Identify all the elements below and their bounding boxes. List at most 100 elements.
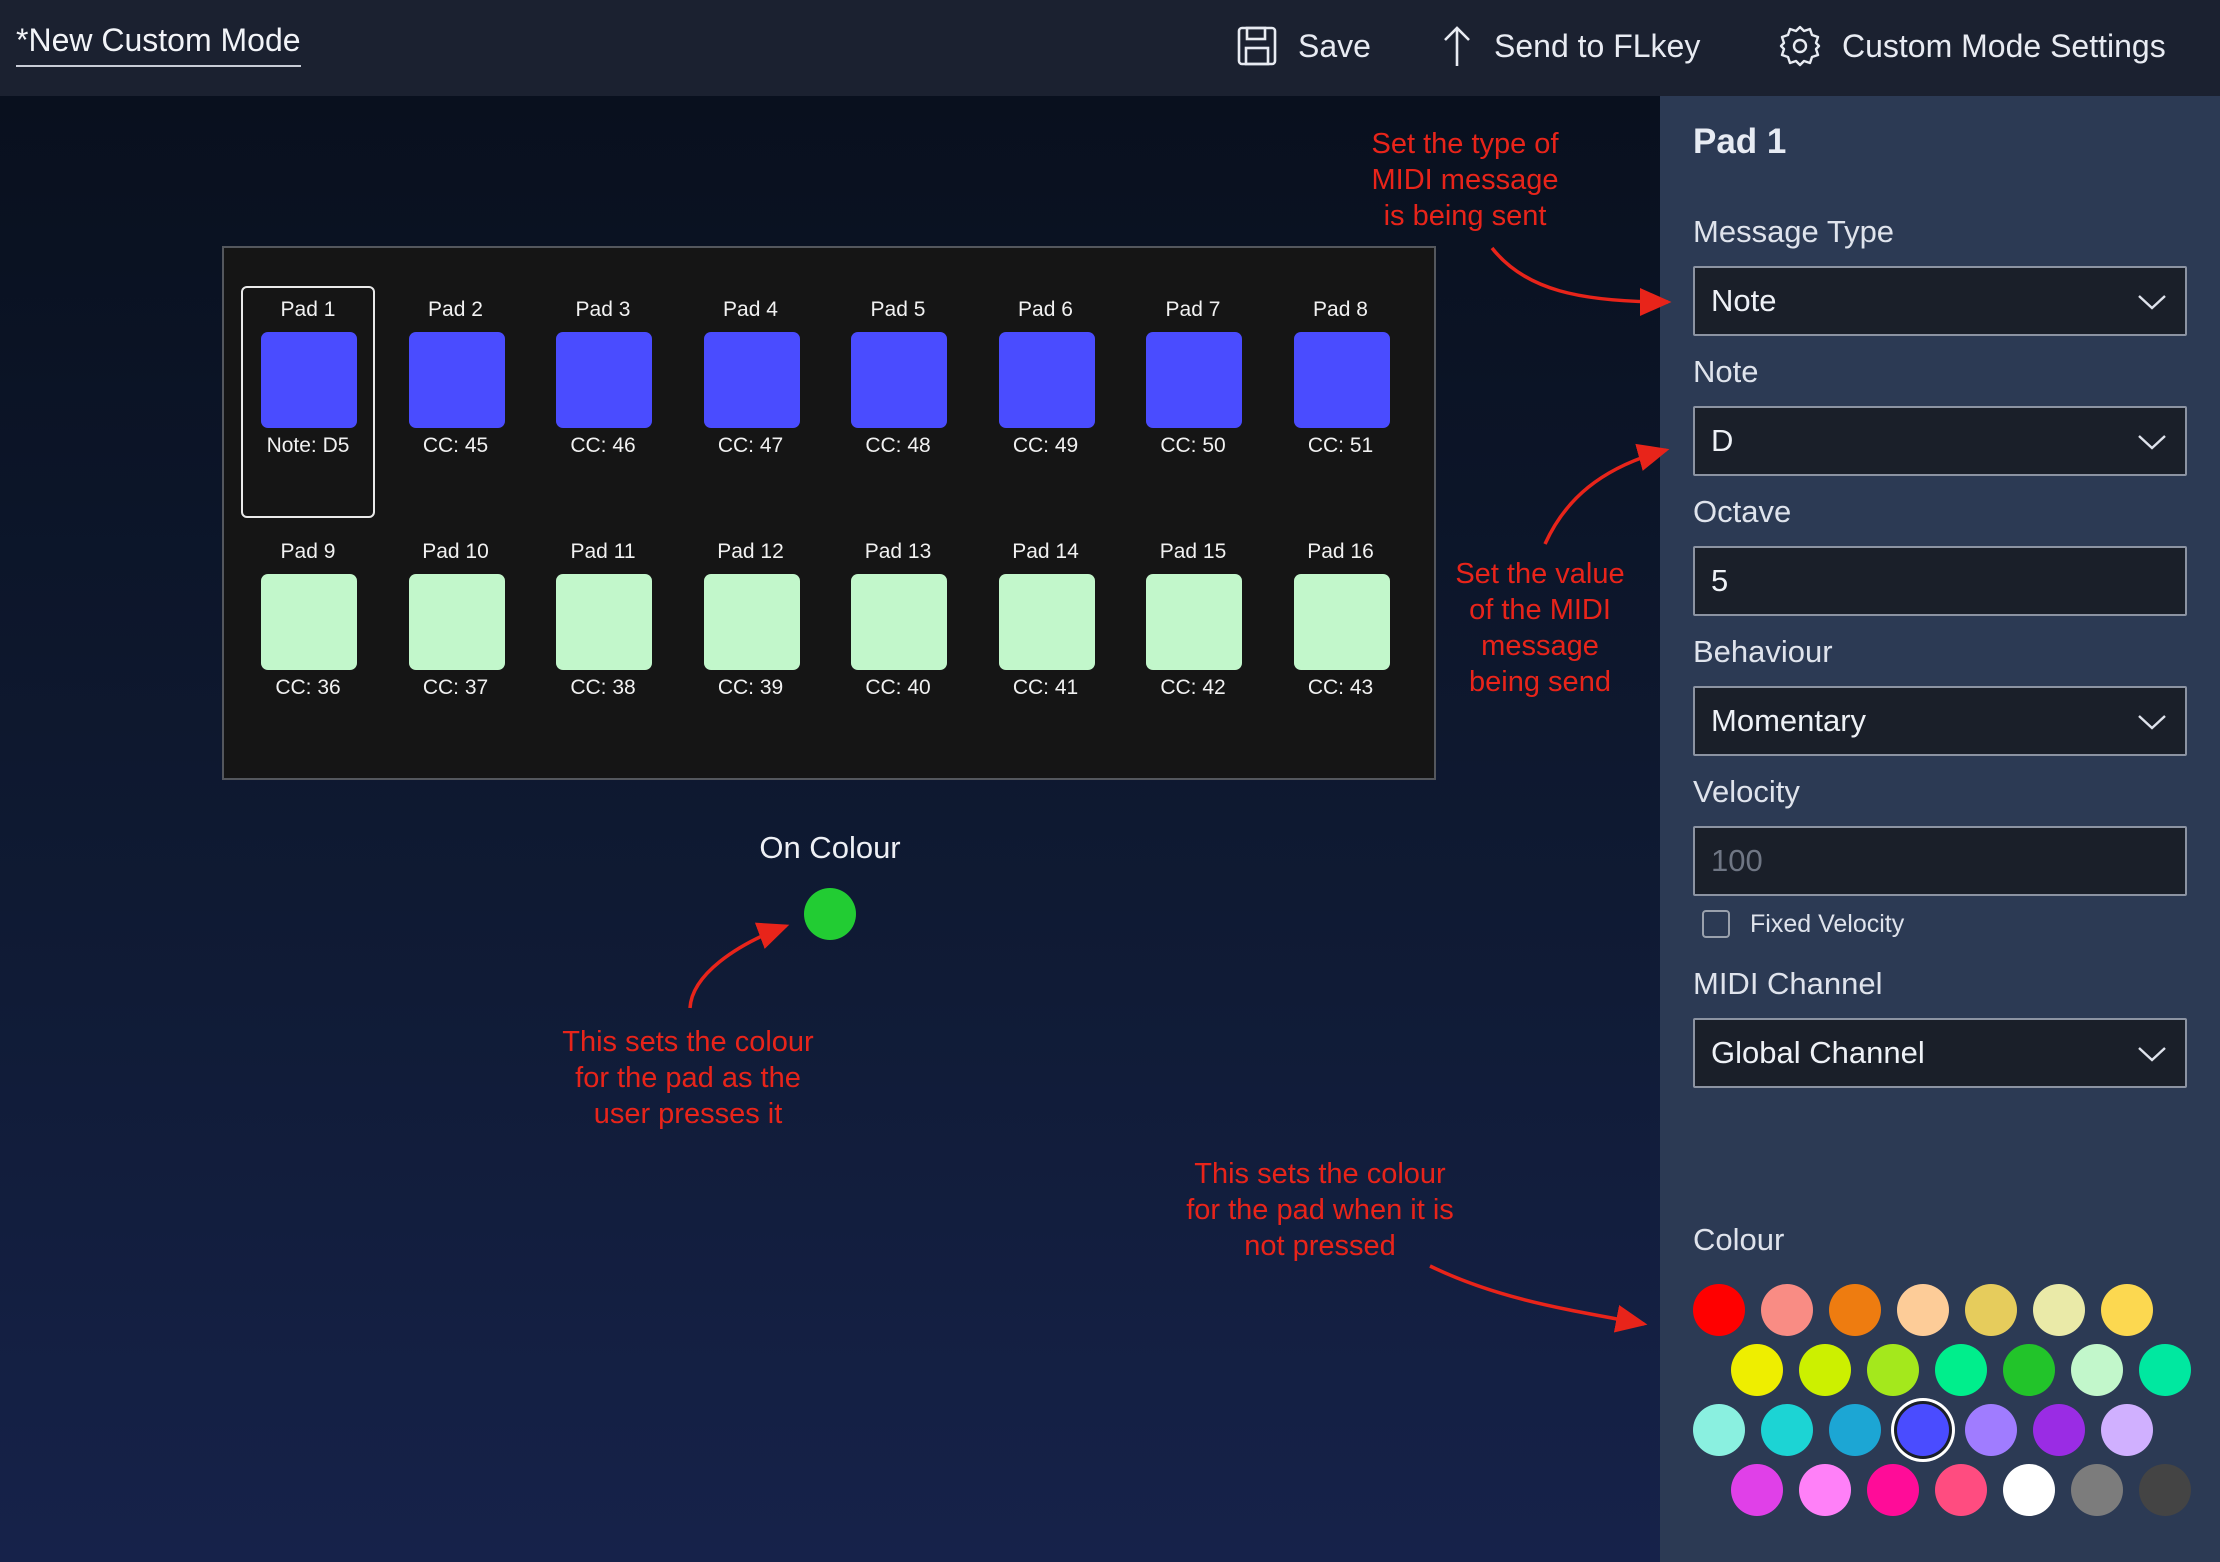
pad-6[interactable]: Pad 6 CC: 49 — [979, 286, 1113, 518]
pad-1[interactable]: Pad 1 Note: D5 — [241, 286, 375, 518]
pad-14[interactable]: Pad 14 CC: 41 — [979, 528, 1113, 760]
pad-settings-panel: Pad 1 Message Type Note Note D Octave 5 … — [1660, 96, 2220, 1562]
pad-name: Pad 13 — [864, 540, 932, 563]
annotation-line: of the MIDI — [1469, 594, 1611, 626]
colour-swatch[interactable] — [1897, 1284, 1949, 1336]
pad-name: Pad 2 — [428, 298, 483, 321]
midi-channel-select[interactable]: Global Channel — [1693, 1018, 2187, 1088]
colour-swatch[interactable] — [1731, 1344, 1783, 1396]
colour-swatch[interactable] — [2139, 1344, 2191, 1396]
colour-swatch[interactable] — [1799, 1344, 1851, 1396]
pad-name: Pad 9 — [280, 540, 336, 563]
save-label: Save — [1298, 27, 1371, 64]
pad-name: Pad 4 — [723, 298, 778, 321]
colour-swatch[interactable] — [2101, 1404, 2153, 1456]
save-button[interactable]: Save — [1236, 18, 1371, 74]
on-colour-swatch[interactable] — [804, 888, 856, 940]
pad-colour — [998, 332, 1095, 428]
note-label: Note — [1693, 354, 1759, 389]
fixed-velocity-label: Fixed Velocity — [1750, 910, 1905, 938]
pad-8[interactable]: Pad 8 CC: 51 — [1274, 286, 1408, 518]
pad-value: Note: D5 — [266, 434, 350, 457]
colour-swatch[interactable] — [2101, 1284, 2153, 1336]
note-select[interactable]: D — [1693, 406, 2187, 476]
send-to-flkey-button[interactable]: Send to FLkey — [1440, 18, 1700, 74]
annotation-value: Set the value of the MIDI message being … — [1410, 556, 1670, 700]
colour-swatch[interactable] — [1897, 1404, 1949, 1456]
annotation-line: This sets the colour — [562, 1026, 814, 1058]
pad-value: CC: 50 — [1160, 434, 1226, 457]
pad-10[interactable]: Pad 10 CC: 37 — [389, 528, 523, 760]
pad-12[interactable]: Pad 12 CC: 39 — [684, 528, 818, 760]
annotation-line: for the pad when it is — [1186, 1194, 1454, 1226]
velocity-input[interactable]: 100 — [1693, 826, 2187, 896]
pad-name: Pad 11 — [570, 540, 636, 563]
pad-7[interactable]: Pad 7 CC: 50 — [1126, 286, 1260, 518]
colour-swatch[interactable] — [2139, 1464, 2191, 1516]
message-type-value: Note — [1711, 283, 1777, 318]
pad-2[interactable]: Pad 2 CC: 45 — [389, 286, 523, 518]
fixed-velocity-checkbox[interactable] — [1702, 910, 1730, 938]
message-type-select[interactable]: Note — [1693, 266, 2187, 336]
pad-name: Pad 3 — [575, 298, 631, 321]
pad-value: CC: 45 — [422, 434, 489, 457]
colour-swatch[interactable] — [1935, 1464, 1987, 1516]
pad-colour — [1293, 574, 1390, 670]
colour-swatch[interactable] — [1693, 1404, 1745, 1456]
pad-value: CC: 36 — [275, 676, 341, 699]
annotation-line: Set the value — [1455, 558, 1625, 590]
pad-4[interactable]: Pad 4 CC: 47 — [684, 286, 818, 518]
colour-swatch[interactable] — [1965, 1404, 2017, 1456]
colour-swatch[interactable] — [2003, 1344, 2055, 1396]
colour-swatch[interactable] — [1731, 1464, 1783, 1516]
pad-value: CC: 47 — [717, 434, 784, 457]
colour-swatch[interactable] — [1829, 1284, 1881, 1336]
annotation-line: not pressed — [1244, 1230, 1396, 1262]
colour-swatch[interactable] — [2003, 1464, 2055, 1516]
pad-5[interactable]: Pad 5 CC: 48 — [831, 286, 965, 518]
pad-value: CC: 49 — [1012, 434, 1079, 457]
pad-value: CC: 46 — [570, 434, 636, 457]
colour-swatch[interactable] — [2071, 1344, 2123, 1396]
colour-swatch[interactable] — [1799, 1464, 1851, 1516]
chevron-down-icon — [2138, 715, 2166, 730]
pad-name: Pad 12 — [717, 540, 784, 563]
colour-swatch[interactable] — [1965, 1284, 2017, 1336]
pad-colour — [261, 332, 357, 428]
pad-name: Pad 8 — [1313, 298, 1368, 321]
pad-value: CC: 41 — [1012, 676, 1079, 699]
colour-swatch[interactable] — [1935, 1344, 1987, 1396]
colour-swatch[interactable] — [1829, 1404, 1881, 1456]
colour-swatch[interactable] — [2033, 1404, 2085, 1456]
pad-colour — [408, 574, 505, 670]
pad-value: CC: 43 — [1307, 676, 1374, 699]
octave-input[interactable]: 5 — [1693, 546, 2187, 616]
colour-swatch[interactable] — [1761, 1404, 1813, 1456]
on-colour-label: On Colour — [759, 830, 901, 865]
colour-swatch[interactable] — [1761, 1284, 1813, 1336]
note-value: D — [1711, 423, 1734, 458]
pad-16[interactable]: Pad 16 CC: 43 — [1274, 528, 1408, 760]
colour-swatch[interactable] — [1867, 1464, 1919, 1516]
annotation-on-colour: This sets the colour for the pad as the … — [528, 1024, 848, 1132]
colour-swatch[interactable] — [2071, 1464, 2123, 1516]
custom-mode-settings-button[interactable]: Custom Mode Settings — [1778, 18, 2166, 74]
pad-11[interactable]: Pad 11 CC: 38 — [536, 528, 670, 760]
pad-3[interactable]: Pad 3 CC: 46 — [536, 286, 670, 518]
pad-colour — [851, 332, 947, 428]
pad-15[interactable]: Pad 15 CC: 42 — [1126, 528, 1260, 760]
pad-13[interactable]: Pad 13 CC: 40 — [831, 528, 965, 760]
colour-swatch[interactable] — [2033, 1284, 2085, 1336]
arrow-up-icon — [1444, 26, 1470, 66]
pad-name: Pad 7 — [1165, 298, 1221, 321]
velocity-label: Velocity — [1693, 774, 1800, 809]
pad-9[interactable]: Pad 9 CC: 36 — [241, 528, 375, 760]
colour-swatch[interactable] — [1867, 1344, 1919, 1396]
pad-value: CC: 37 — [422, 676, 489, 699]
mode-title[interactable]: *New Custom Mode — [16, 22, 301, 67]
annotation-line: being send — [1469, 666, 1611, 698]
behaviour-select[interactable]: Momentary — [1693, 686, 2187, 756]
pad-value: CC: 40 — [865, 676, 931, 699]
colour-swatch[interactable] — [1693, 1284, 1745, 1336]
pad-name: Pad 14 — [1012, 540, 1079, 563]
